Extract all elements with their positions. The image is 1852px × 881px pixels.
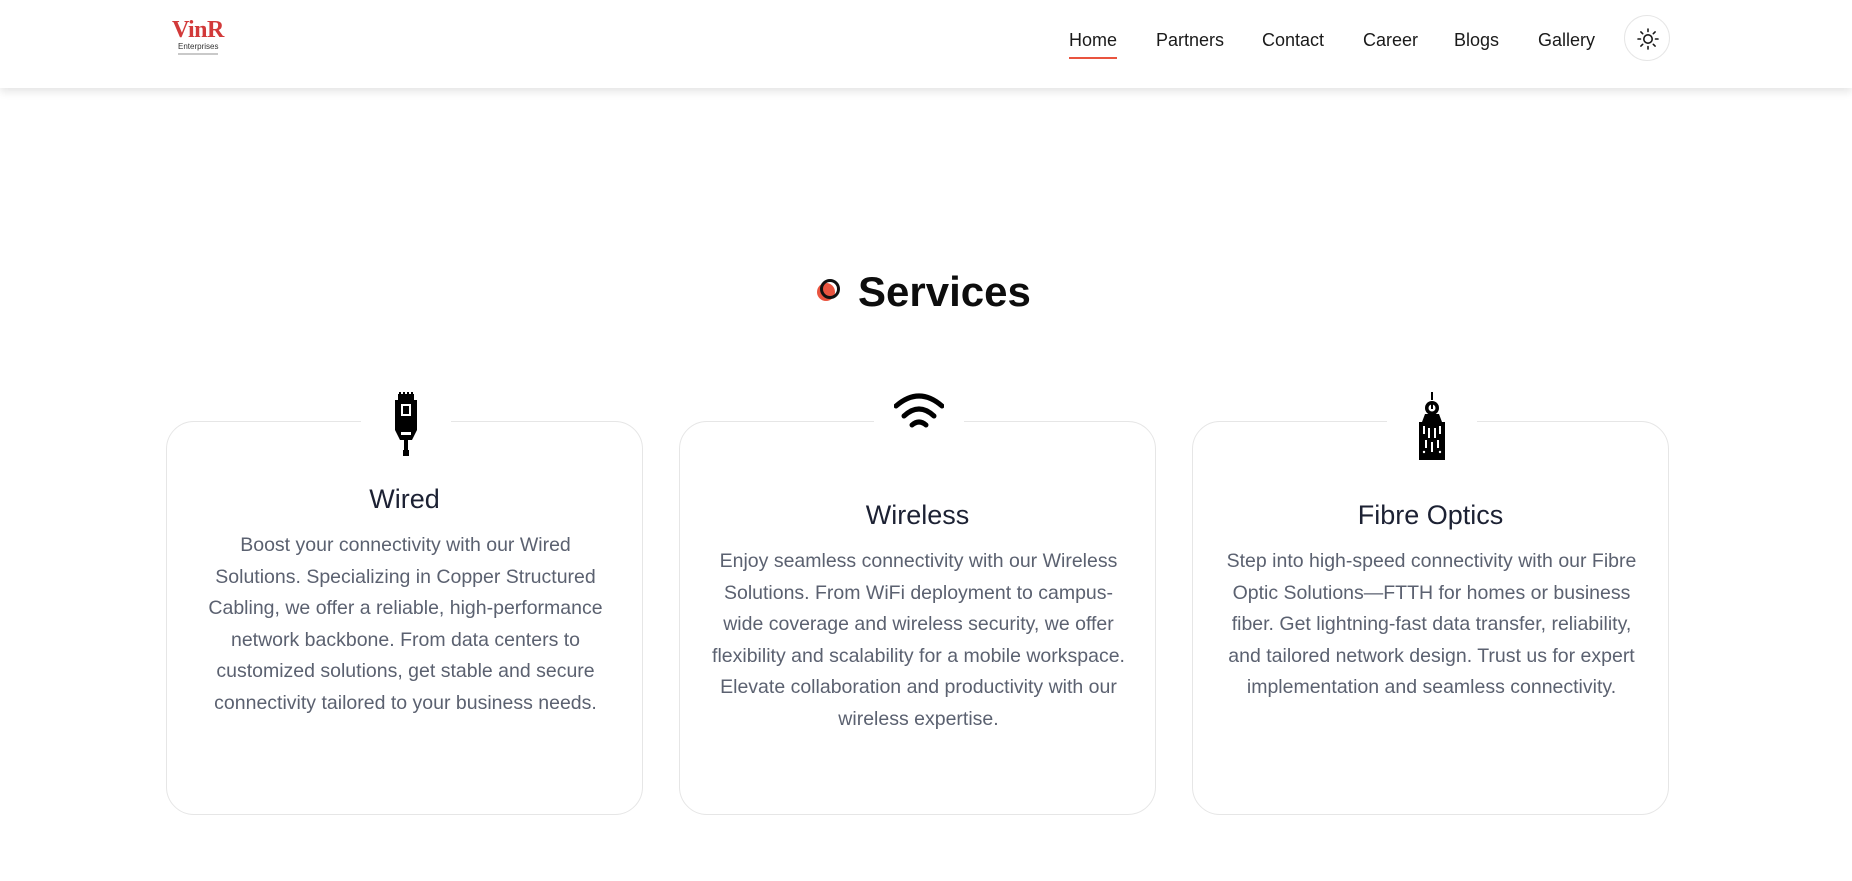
site-header: VinR Enterprises Home Partners Contact C… xyxy=(0,0,1852,88)
logo-tagline-mark xyxy=(178,53,218,55)
card-title: Wired xyxy=(369,484,440,514)
nav-item-home[interactable]: Home xyxy=(1069,26,1118,59)
service-card-wireless: Wireless Enjoy seamless connectivity wit… xyxy=(679,392,1156,815)
services-heading: Services xyxy=(0,262,1852,322)
page-title: Services xyxy=(858,268,1031,315)
logo-subtitle: Enterprises xyxy=(178,42,219,51)
service-card-fibre-optics: Fibre Optics Step into high-speed connec… xyxy=(1192,392,1669,815)
logo-wordmark: VinR xyxy=(172,17,224,43)
nav-item-partners[interactable]: Partners xyxy=(1156,26,1224,54)
fiber-optic-icon xyxy=(1419,392,1445,460)
ethernet-cable-icon xyxy=(395,392,417,456)
card-description: Boost your connectivity with our Wired S… xyxy=(208,534,603,714)
card-icon-container xyxy=(361,392,451,462)
wifi-icon xyxy=(894,393,944,428)
card-title: Wireless xyxy=(865,500,970,530)
theme-toggle-button[interactable] xyxy=(1624,15,1670,61)
nav-item-blogs[interactable]: Blogs xyxy=(1454,26,1499,54)
nav-item-contact[interactable]: Contact xyxy=(1262,26,1324,54)
nav-item-career[interactable]: Career xyxy=(1363,26,1418,54)
card-description: Enjoy seamless connectivity with our Wir… xyxy=(712,550,1125,730)
sun-icon xyxy=(1637,28,1659,50)
card-icon-container xyxy=(874,392,964,462)
card-title: Fibre Optics xyxy=(1357,500,1504,530)
card-description: Step into high-speed connectivity with o… xyxy=(1226,550,1637,698)
nav-item-gallery[interactable]: Gallery xyxy=(1538,26,1595,54)
service-card-wired: Wired Boost your connectivity with our W… xyxy=(166,392,643,815)
dot-circle-icon xyxy=(817,279,840,301)
brand-logo[interactable]: VinR Enterprises xyxy=(172,16,224,60)
card-icon-container xyxy=(1387,392,1477,462)
